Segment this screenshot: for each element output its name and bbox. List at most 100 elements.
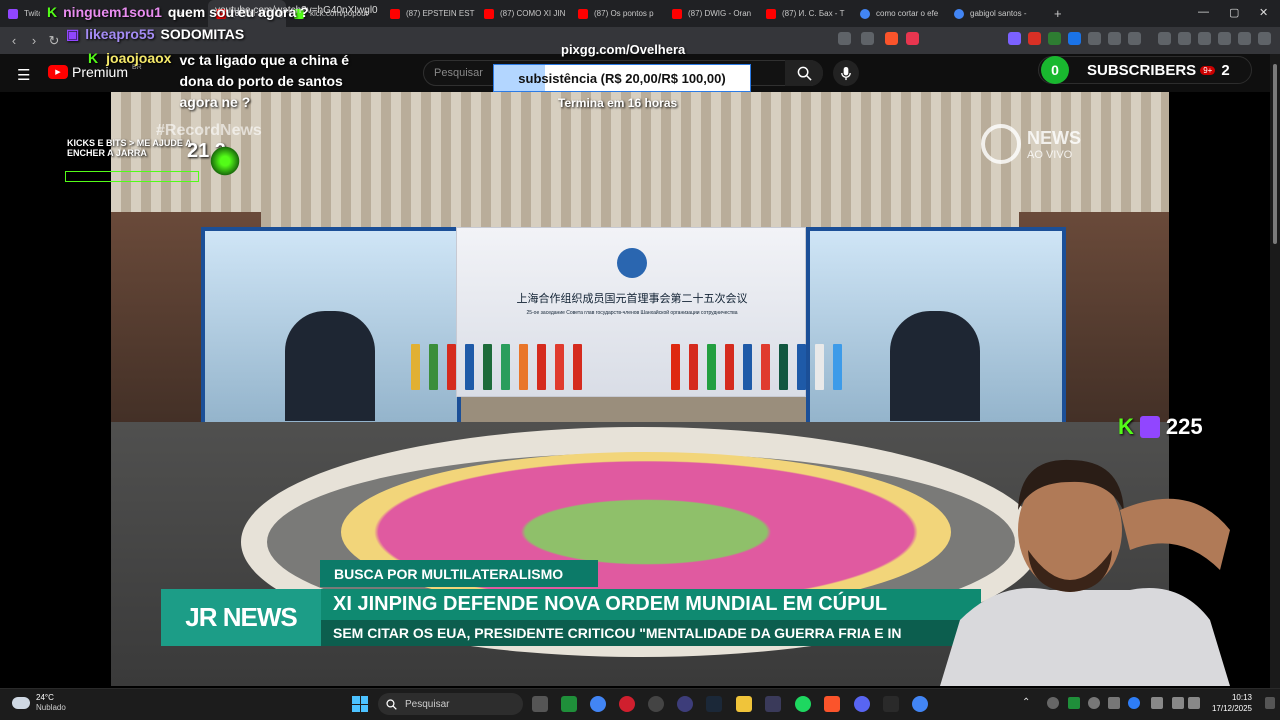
maximize-button[interactable]: ▢ <box>1229 6 1239 19</box>
tray-icon[interactable] <box>1047 697 1059 709</box>
cloud-icon <box>12 697 30 709</box>
chrome-icon[interactable] <box>912 696 928 712</box>
round-carpet <box>341 452 951 612</box>
sidebar-icon[interactable] <box>1178 32 1191 45</box>
kick-icon: K <box>1118 414 1134 439</box>
tab-gabigol[interactable]: gabigol santos - <box>946 0 1046 27</box>
page-scrollbar[interactable] <box>1270 54 1280 688</box>
twitch-icon <box>8 8 18 19</box>
extension-icon[interactable] <box>1028 32 1041 45</box>
chat-message: K ninguem1sou1 quem sou eu agora ? <box>47 4 309 20</box>
extension-icon[interactable] <box>1048 32 1061 45</box>
close-window-button[interactable]: ✕ <box>1259 6 1268 19</box>
volume-icon[interactable] <box>1188 697 1200 709</box>
pix-link: pixgg.com/Ovelhera <box>561 42 686 57</box>
search-button[interactable] <box>785 60 823 86</box>
twitch-icon: ▣ <box>66 26 80 42</box>
chevron-up-icon[interactable]: ⌃ <box>1022 697 1030 708</box>
record-logo-icon <box>981 124 1021 164</box>
tab-bach[interactable]: (87) И. С. Бах - Т <box>758 0 852 27</box>
tab-os-pontos[interactable]: (87) Os pontos p <box>570 0 664 27</box>
file-explorer-icon[interactable] <box>736 696 752 712</box>
video-screen-right <box>806 227 1066 442</box>
network-icon[interactable] <box>1172 697 1184 709</box>
youtube-icon <box>578 8 588 19</box>
notifications-icon[interactable] <box>1265 697 1275 709</box>
news-headline: XI JINPING DEFENDE NOVA ORDEM MUNDIAL EM… <box>321 589 981 620</box>
bluetooth-icon[interactable] <box>1128 697 1140 709</box>
epic-games-icon[interactable] <box>883 696 899 712</box>
google-icon <box>954 8 964 19</box>
viewer-counter: K 225 <box>1118 414 1203 439</box>
tray-icon[interactable] <box>1088 697 1100 709</box>
youtube-icon <box>766 8 776 19</box>
share-icon[interactable] <box>861 32 874 45</box>
app-icon[interactable] <box>765 696 781 712</box>
youtube-icon <box>672 8 682 19</box>
subscriber-counter: 0 SUBSCRIBERS 9+ 2 <box>1038 56 1252 84</box>
media-icon[interactable] <box>1158 32 1171 45</box>
jar-icon <box>209 144 241 178</box>
reload-icon[interactable]: ↻ <box>44 33 64 49</box>
youtube-icon <box>484 8 494 19</box>
extension-icon[interactable] <box>1068 32 1081 45</box>
tab-dwig[interactable]: (87) DWIG - Oran <box>664 0 758 27</box>
kick-icon: K <box>88 50 99 66</box>
voice-search-button[interactable] <box>833 60 859 86</box>
news-tag: BUSCA POR MULTILATERALISMO <box>320 560 598 587</box>
windows-start-icon[interactable] <box>352 696 368 712</box>
video-ceiling <box>111 92 1169 242</box>
extension-icon[interactable] <box>1088 32 1101 45</box>
search-icon <box>797 66 812 81</box>
task-view-icon[interactable] <box>532 696 548 712</box>
app-icon[interactable] <box>648 696 664 712</box>
app-icon[interactable] <box>677 696 693 712</box>
wallet-icon[interactable] <box>1198 32 1211 45</box>
minimize-button[interactable]: — <box>1198 6 1209 18</box>
kick-icon: K <box>47 4 58 20</box>
taskbar-clock[interactable]: 10:13 17/12/2025 <box>1206 692 1252 714</box>
twitch-icon <box>1139 416 1160 438</box>
spotify-icon[interactable] <box>795 696 811 712</box>
sub-goal-note: Termina em 16 horas <box>558 96 678 110</box>
back-icon[interactable]: ‹ <box>4 33 24 48</box>
google-icon <box>860 8 870 19</box>
scrollbar-thumb[interactable] <box>1273 64 1277 244</box>
tray-icon[interactable] <box>1108 697 1120 709</box>
steam-icon[interactable] <box>706 696 722 712</box>
download-icon[interactable] <box>1218 32 1231 45</box>
discord-icon[interactable] <box>854 696 870 712</box>
chrome-icon[interactable] <box>590 696 606 712</box>
tray-icon[interactable] <box>1068 697 1080 709</box>
opera-icon[interactable] <box>619 696 635 712</box>
kicks-goal-bar <box>65 171 199 182</box>
news-logo: NEWS AO VIVO <box>981 124 1081 164</box>
new-tab-button[interactable]: + <box>1046 0 1066 27</box>
menu-icon[interactable] <box>1258 32 1271 45</box>
vpn-icon[interactable] <box>1238 32 1251 45</box>
streamer-webcam <box>940 459 1230 686</box>
youtube-play-icon: ▶ <box>48 65 68 79</box>
mic-icon <box>841 66 851 80</box>
cast-icon[interactable] <box>838 32 851 45</box>
app-icon[interactable] <box>561 696 577 712</box>
mic-icon[interactable] <box>1151 697 1163 709</box>
tab-como-cortar[interactable]: como cortar o efe <box>852 0 946 27</box>
youtube-icon <box>390 8 400 19</box>
brave-shield-icon[interactable] <box>885 32 898 45</box>
hamburger-menu-icon[interactable]: ☰ <box>17 66 30 84</box>
tab-twitch[interactable]: Twitch <box>0 0 40 27</box>
jr-news-logo: JR NEWS <box>161 589 321 646</box>
chat-message: ▣ likeapro55 SODOMITAS <box>66 26 245 42</box>
taskbar-search[interactable]: Pesquisar <box>378 693 523 715</box>
puzzle-icon[interactable] <box>1108 32 1121 45</box>
brave-icon[interactable] <box>824 696 840 712</box>
extension-icon[interactable] <box>1008 32 1021 45</box>
tab-como-xi-jin[interactable]: (87) COMO XI JIN <box>476 0 570 27</box>
news-subline: SEM CITAR OS EUA, PRESIDENTE CRITICOU "M… <box>321 620 981 646</box>
extension-icon[interactable] <box>1128 32 1141 45</box>
forward-icon[interactable]: › <box>24 33 44 48</box>
tab-epstein[interactable]: (87) EPSTEIN EST <box>382 0 476 27</box>
weather-widget[interactable]: 24°C Nublado <box>12 693 66 713</box>
brave-rewards-icon[interactable] <box>906 32 919 45</box>
